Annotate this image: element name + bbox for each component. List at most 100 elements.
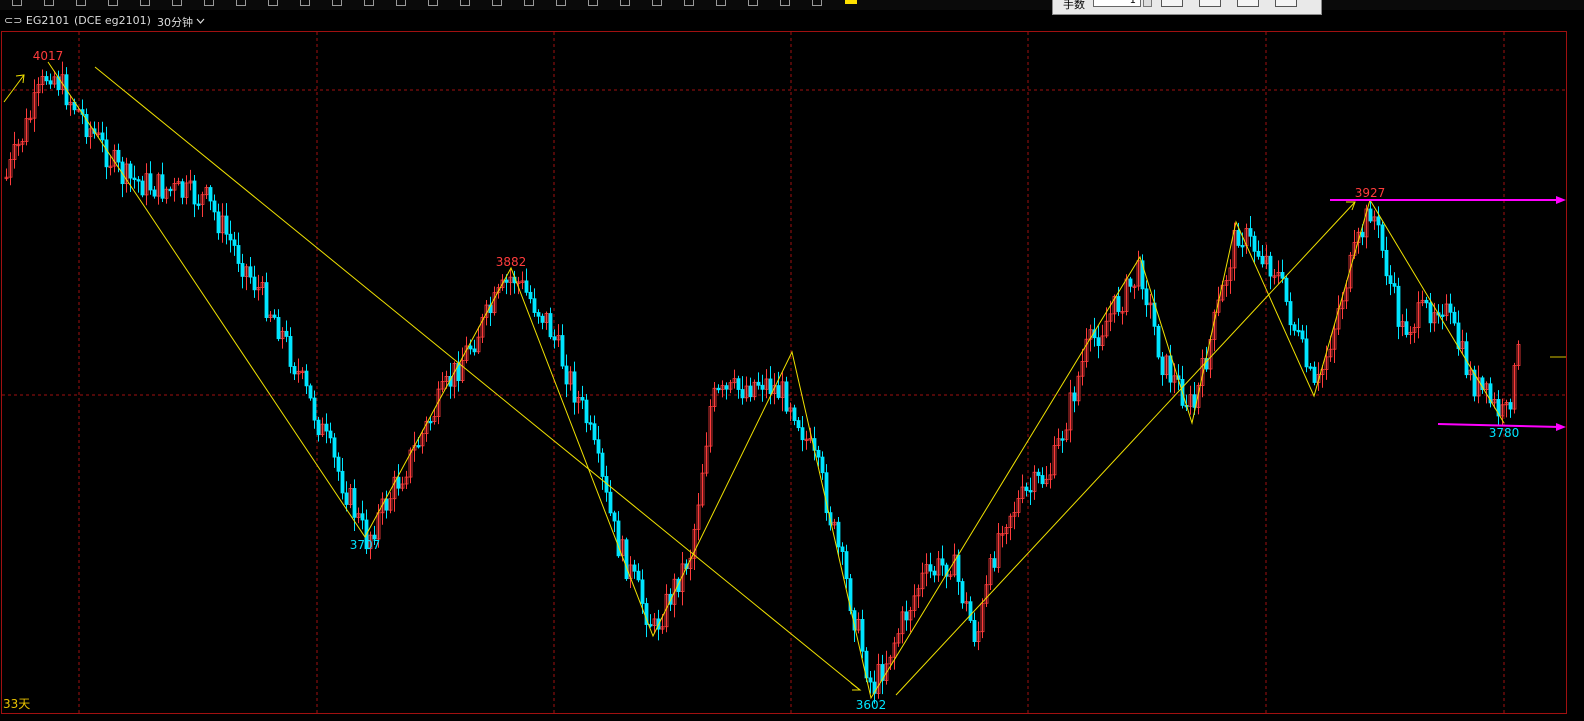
candle-body (1168, 355, 1173, 383)
candle-body (1300, 330, 1305, 340)
candle-body (588, 422, 593, 425)
candle-body (584, 399, 589, 424)
candle-body (904, 611, 909, 621)
candle-body (1368, 208, 1373, 222)
candle-body (248, 266, 253, 278)
candle-body (756, 381, 761, 386)
candle-body (1380, 224, 1385, 251)
candle-body (336, 456, 341, 472)
candle-body (240, 263, 245, 277)
bottom-left-label: 33天 (3, 697, 30, 711)
candle-body (532, 298, 537, 313)
zigzag-line (47, 61, 1505, 700)
candle-body (1304, 338, 1309, 368)
candle-body (1260, 255, 1265, 265)
candle-body (1040, 475, 1045, 485)
candle-body (328, 430, 333, 439)
candle-body (1508, 402, 1513, 410)
candle-body (236, 245, 241, 264)
candle-body (624, 539, 629, 580)
candle-body (868, 677, 873, 683)
candle-body (100, 132, 105, 141)
candle-body (836, 521, 841, 548)
candle-body (1296, 329, 1301, 333)
candle-body (540, 315, 545, 323)
candle-body (940, 558, 945, 566)
candle-body (180, 181, 185, 198)
candlestick-chart[interactable]: 4017 3707 3882 3602 3927 3780 33天 (0, 0, 1584, 721)
candle-body (468, 345, 473, 350)
candle-body (340, 470, 345, 494)
candle-body (600, 452, 605, 477)
pivot-label-high: 3927 (1355, 186, 1386, 200)
candle-body (132, 177, 137, 181)
candle-body (1252, 235, 1257, 252)
candle-body (564, 365, 569, 385)
candle-body (1024, 486, 1029, 491)
candle-body (956, 554, 961, 582)
candle-body (592, 423, 597, 441)
pivot-label-low: 3780 (1489, 426, 1520, 440)
candle-body (288, 336, 293, 367)
candle-body (608, 491, 613, 514)
candle-body (524, 280, 529, 293)
candle-body (136, 179, 141, 182)
candle-body (1448, 303, 1453, 313)
candle-body (1036, 471, 1041, 476)
candle-series (4, 61, 1521, 704)
candle-body (1144, 288, 1149, 306)
candle-body (1160, 356, 1165, 376)
candle-body (196, 203, 201, 206)
candle-body (1376, 216, 1381, 226)
candle-body (148, 173, 153, 191)
candle-body (768, 378, 773, 394)
arrow-right-icon (1556, 196, 1566, 204)
candle-body (816, 449, 821, 458)
candle-body (1128, 278, 1133, 287)
candle-body (968, 601, 973, 621)
candle-body (232, 239, 237, 246)
candle-body (536, 312, 541, 317)
candle-body (1388, 275, 1393, 284)
candle-body (504, 279, 509, 283)
candle-body (736, 378, 741, 390)
candle-body (352, 488, 357, 518)
candle-body (396, 476, 401, 489)
candle-body (428, 420, 433, 424)
candle-body (760, 384, 765, 390)
candle-body (304, 370, 309, 387)
candle-body (1240, 245, 1245, 248)
candle-body (1440, 314, 1445, 317)
candle-body (820, 456, 825, 474)
arrow-right-icon (1556, 423, 1566, 431)
candle-body (1292, 324, 1297, 331)
candle-body (612, 512, 617, 522)
candle-body (1360, 231, 1365, 238)
candle-body (1248, 228, 1253, 237)
candle-body (1396, 285, 1401, 327)
candle-body (292, 366, 297, 375)
candle-body (276, 317, 281, 340)
chart-frame (1, 31, 1567, 714)
pivot-label-high: 4017 (33, 49, 64, 63)
candle-body (224, 215, 229, 235)
candle-body (192, 180, 197, 205)
candle-body (632, 564, 637, 572)
candle-body (992, 558, 997, 568)
arrowhead-icon (850, 682, 862, 691)
candle-body (1116, 296, 1121, 312)
candle-body (160, 174, 165, 199)
pivot-label-low: 3602 (856, 698, 887, 712)
candle-body (1312, 366, 1317, 383)
candle-body (844, 551, 849, 580)
candle-body (792, 407, 797, 421)
candle-body (308, 385, 313, 399)
candle-body (596, 439, 601, 454)
candle-body (716, 387, 721, 391)
candle-body (1284, 277, 1289, 302)
candle-body (324, 423, 329, 432)
candle-body (1280, 271, 1285, 279)
candle-body (1236, 230, 1241, 246)
candle-body (724, 385, 729, 390)
candle-body (44, 76, 49, 82)
